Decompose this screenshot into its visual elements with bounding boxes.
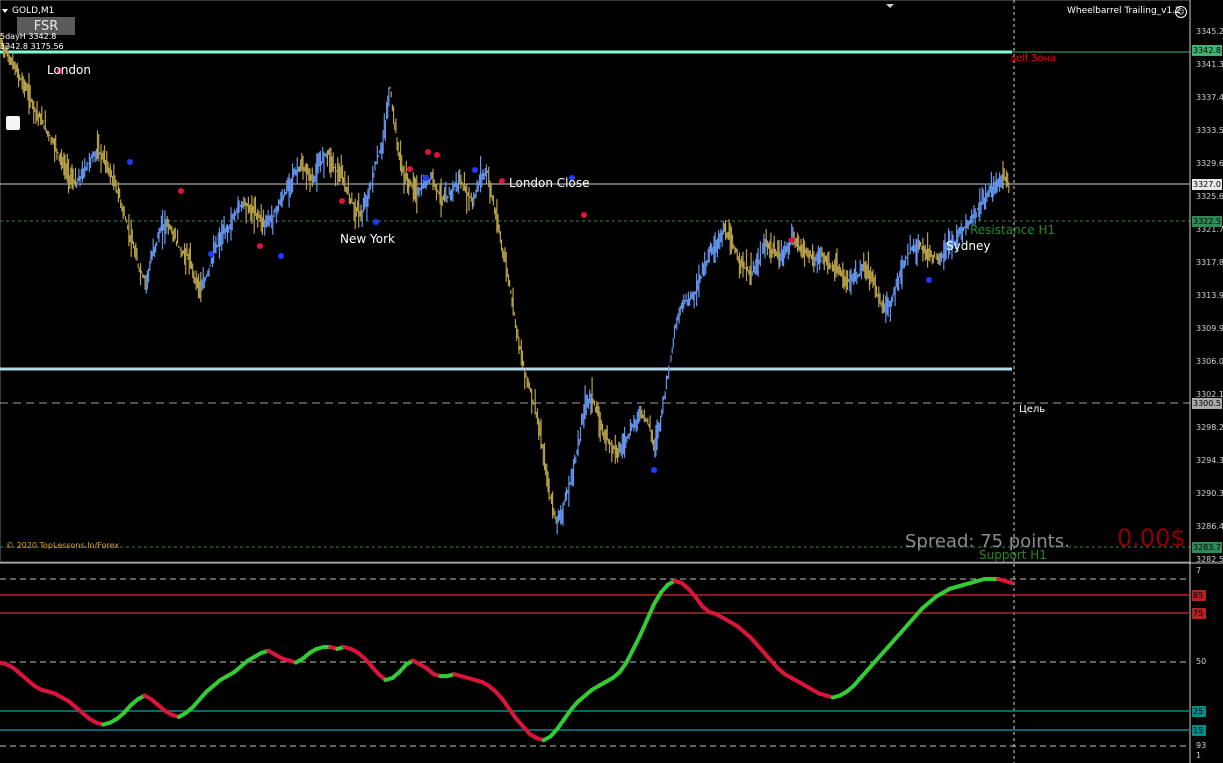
signal-dot <box>257 243 263 249</box>
price-tick: 3337.4 <box>1196 93 1223 102</box>
sell-zone-label: sell Зона <box>1011 53 1057 64</box>
osc-tick-top: 7 <box>1196 566 1202 575</box>
signal-dot <box>278 253 284 259</box>
chart-menu-icon <box>2 9 8 13</box>
price-tick: 3341.3 <box>1196 60 1223 69</box>
current-price-tag: 3327.0 <box>1192 179 1222 190</box>
signal-dot <box>926 277 932 283</box>
price-tick: 3325.6 <box>1196 192 1223 201</box>
session-london: London <box>47 63 91 77</box>
price-tick: 3329.6 <box>1196 159 1223 168</box>
signal-dot <box>425 149 431 155</box>
price-tick: 3294.3 <box>1196 456 1223 465</box>
oscillator-segment <box>638 617 650 638</box>
chart-shift-icon <box>886 4 894 8</box>
signal-dot <box>339 198 345 204</box>
price-tick: 3298.2 <box>1196 423 1223 432</box>
signal-dot <box>651 467 657 473</box>
info-line-1: 5dayH 3342.8 <box>0 32 57 41</box>
signal-dot <box>407 166 413 172</box>
signal-dot <box>581 212 587 218</box>
osc-tick-bottom: 93 <box>1196 741 1207 750</box>
oscillator-series <box>0 577 1014 743</box>
osc-tag-15: 15 <box>1192 725 1206 736</box>
resistance-price-tag: 3322.5 <box>1192 216 1222 227</box>
signal-dot <box>499 178 505 184</box>
session-new-york: New York <box>340 232 395 246</box>
sell-level-tag: 3342.8 <box>1192 45 1222 56</box>
price-tick: 3306.0 <box>1196 357 1223 366</box>
oscillator-segment <box>645 602 656 622</box>
osc-tag-85: 85 <box>1192 590 1206 601</box>
symbol-title: GOLD,M1 <box>12 6 55 16</box>
signal-dot <box>127 159 133 165</box>
price-series <box>0 33 1010 535</box>
info-line-2: 3342.8 3175.56 <box>0 42 64 51</box>
support-price-tag: 3283.7 <box>1192 542 1222 553</box>
signal-dots <box>57 68 932 473</box>
osc-tick-mid: 50 <box>1196 657 1207 666</box>
price-tick: 3309.9 <box>1196 324 1223 333</box>
signal-dot <box>472 167 478 173</box>
signal-dot <box>434 152 440 158</box>
panel-toggle-box[interactable] <box>6 116 20 130</box>
resistance-label: Resistance H1 <box>970 223 1056 237</box>
signal-dot <box>208 251 214 257</box>
expert-advisor-name: Wheelbarrel Trailing_v1.2 <box>1067 6 1181 16</box>
price-tick: 3313.9 <box>1196 291 1223 300</box>
osc-tag-75: 75 <box>1192 608 1206 619</box>
profit-loss-text: 0.00$ <box>1117 524 1186 552</box>
price-tick: 3286.4 <box>1196 522 1223 531</box>
price-tick: 3333.5 <box>1196 126 1223 135</box>
signal-dot <box>178 188 184 194</box>
osc-tag-25: 25 <box>1192 706 1206 717</box>
signal-dot <box>423 175 429 181</box>
price-tick: 3282.5 <box>1196 555 1223 564</box>
signal-dot <box>373 219 379 225</box>
target-label: Цель <box>1019 404 1046 415</box>
spread-text: Spread: 75 points. <box>905 531 1070 552</box>
price-chart[interactable] <box>0 0 1223 763</box>
osc-tick-min: 1 <box>1196 751 1202 760</box>
smiley-icon: ☺ <box>1175 6 1187 18</box>
oscillator-segment <box>624 646 636 665</box>
target-price-tag: 3300.5 <box>1192 398 1222 409</box>
price-chart-frame <box>0 0 1191 563</box>
copyright-text: © 2020 TopLessons.In/Forex <box>6 541 120 550</box>
price-tick: 3317.8 <box>1196 258 1223 267</box>
oscillator-segment <box>631 633 643 651</box>
signal-dot <box>789 237 795 243</box>
price-tick: 3290.3 <box>1196 489 1223 498</box>
oscillator-segment <box>1003 578 1014 585</box>
session-london-close: London Close <box>509 176 590 190</box>
mt4-chart-window[interactable]: GOLD,M1 FSR 5dayH 3342.8 3342.8 3175.56 … <box>0 0 1223 763</box>
session-sydney: Sydney <box>946 239 991 253</box>
price-tick: 3345.2 <box>1196 27 1223 36</box>
